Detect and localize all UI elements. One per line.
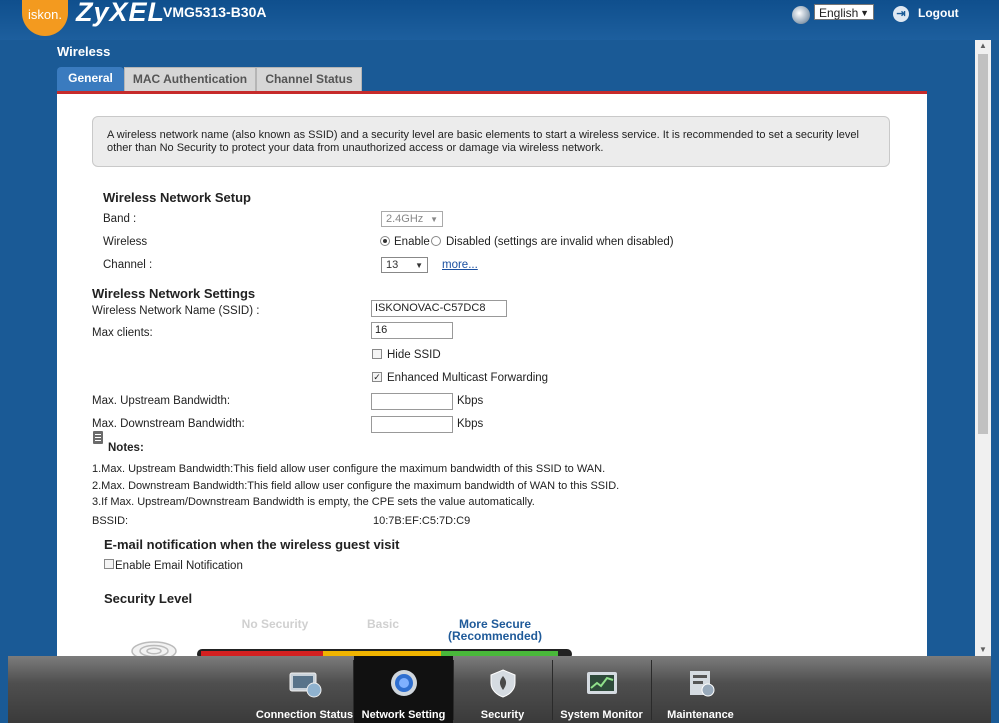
security-level-none[interactable]: No Security <box>225 617 325 631</box>
info-box: A wireless network name (also known as S… <box>92 116 890 167</box>
nav-maintenance[interactable]: Maintenance <box>651 656 750 723</box>
chevron-down-icon: ▼ <box>415 261 423 270</box>
multicast-checkbox[interactable]: ✓ <box>372 372 382 382</box>
email-notification-checkbox[interactable] <box>104 559 114 569</box>
security-level-basic[interactable]: Basic <box>333 617 433 631</box>
notes-title: Notes: <box>108 442 144 454</box>
wireless-label: Wireless <box>103 236 148 248</box>
logout-icon[interactable]: ⇥ <box>893 6 909 22</box>
nav-label: System Monitor <box>560 709 643 721</box>
disabled-label: Disabled (settings are invalid when disa… <box>446 236 674 248</box>
ssid-input[interactable]: ISKONOVAC-C57DC8 <box>371 300 507 317</box>
nav-label: Connection Status <box>255 709 354 721</box>
chevron-down-icon: ▼ <box>430 215 438 224</box>
max-clients-input[interactable]: 16 <box>371 322 453 339</box>
enable-radio[interactable] <box>380 236 390 246</box>
hide-ssid-checkbox[interactable] <box>372 349 382 359</box>
setup-heading: Wireless Network Setup <box>103 190 251 205</box>
gear-icon <box>391 670 417 696</box>
maintenance-icon <box>690 671 715 697</box>
note-item: 3.If Max. Upstream/Downstream Bandwidth … <box>92 496 535 508</box>
ssid-label: Wireless Network Name (SSID) : <box>92 305 260 317</box>
language-value: English <box>819 6 859 20</box>
bssid-value: 10:7B:EF:C5:7D:C9 <box>373 515 471 527</box>
nav-network-setting[interactable]: Network Setting <box>354 656 453 723</box>
enable-label: Enable <box>394 236 430 248</box>
bssid-label: BSSID: <box>92 515 129 527</box>
left-edge <box>0 40 8 723</box>
channel-value: 13 <box>386 259 399 271</box>
band-select[interactable]: 2.4GHz ▼ <box>381 211 443 227</box>
nav-label: Security <box>480 709 525 721</box>
nav-connection-status[interactable]: Connection Status <box>255 656 354 723</box>
upstream-input[interactable] <box>371 393 453 410</box>
top-header: iskon. ZyXEL VMG5313-B30A English ▼ ⇥ Lo… <box>0 0 999 40</box>
email-heading: E-mail notification when the wireless gu… <box>104 537 400 552</box>
zyxel-logo: ZyXEL <box>76 0 166 27</box>
nav-system-monitor[interactable]: System Monitor <box>552 656 651 723</box>
max-clients-label: Max clients: <box>92 327 153 339</box>
chevron-down-icon: ▼ <box>860 8 869 18</box>
iskon-logo: iskon. <box>22 0 68 36</box>
scroll-down-icon[interactable]: ▼ <box>975 644 991 656</box>
band-value: 2.4GHz <box>386 213 424 225</box>
disabled-radio[interactable] <box>431 236 441 246</box>
language-select[interactable]: English ▼ <box>814 4 874 20</box>
shield-icon <box>490 669 516 698</box>
note-item: 2.Max. Downstream Bandwidth:This field a… <box>92 480 620 492</box>
nav-security[interactable]: Security <box>453 656 552 723</box>
upstream-unit: Kbps <box>457 395 484 407</box>
tab-channel-status[interactable]: Channel Status <box>256 67 362 91</box>
note-item: 1.Max. Upstream Bandwidth:This field all… <box>92 463 606 475</box>
scroll-up-icon[interactable]: ▲ <box>975 40 991 52</box>
tab-mac-authentication[interactable]: MAC Authentication <box>124 67 256 91</box>
band-label: Band : <box>103 213 137 225</box>
downstream-input[interactable] <box>371 416 453 433</box>
logout-link[interactable]: Logout <box>918 6 959 20</box>
downstream-label: Max. Downstream Bandwidth: <box>92 418 245 430</box>
settings-heading: Wireless Network Settings <box>92 286 256 301</box>
nav-label: Maintenance <box>667 709 734 721</box>
channel-label: Channel : <box>103 259 153 271</box>
notes-icon <box>93 431 103 444</box>
hide-ssid-label: Hide SSID <box>387 349 441 361</box>
monitor-chart-icon <box>587 672 617 694</box>
downstream-unit: Kbps <box>457 418 484 430</box>
security-recommended-label: (Recommended) <box>447 629 542 643</box>
scroll-thumb[interactable] <box>978 54 988 434</box>
tab-general[interactable]: General <box>57 67 124 91</box>
vertical-scrollbar[interactable]: ▲ ▼ <box>975 40 991 656</box>
globe-icon <box>792 6 810 24</box>
email-notification-label: Enable Email Notification <box>115 560 243 572</box>
content-panel: A wireless network name (also known as S… <box>57 94 927 656</box>
security-heading: Security Level <box>104 591 193 606</box>
multicast-label: Enhanced Multicast Forwarding <box>387 372 549 384</box>
connection-status-icon <box>289 672 322 698</box>
security-level-slider[interactable] <box>197 649 572 656</box>
nav-label: Network Setting <box>361 709 446 721</box>
wifi-icon <box>131 641 177 656</box>
page-title: Wireless <box>57 44 111 59</box>
channel-select[interactable]: 13 ▼ <box>381 257 428 273</box>
channel-more-link[interactable]: more... <box>442 259 478 271</box>
upstream-label: Max. Upstream Bandwidth: <box>92 395 231 407</box>
model-name: VMG5313-B30A <box>163 4 267 20</box>
